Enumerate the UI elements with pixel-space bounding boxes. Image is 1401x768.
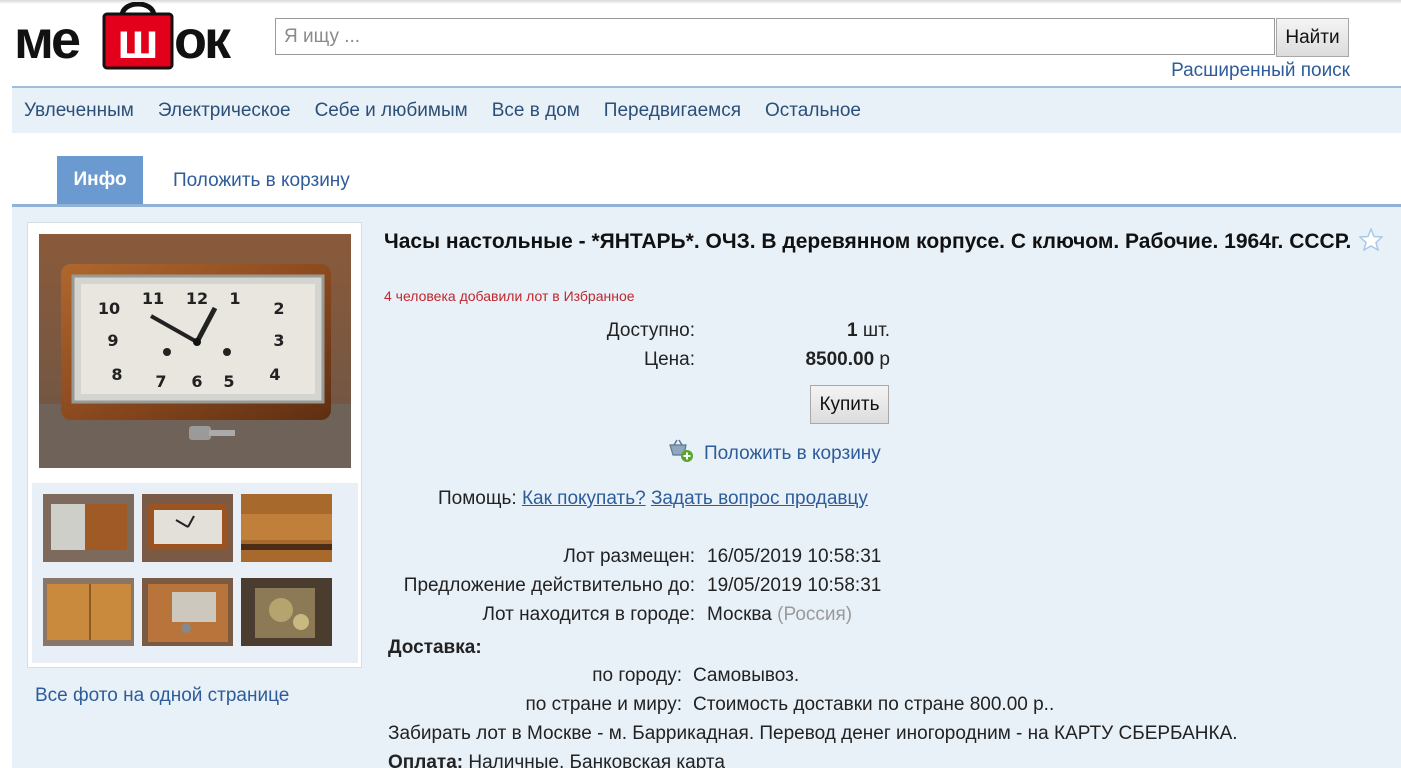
- advanced-search-link[interactable]: Расширенный поиск: [1171, 60, 1350, 82]
- clock-numeral: 9: [107, 331, 118, 350]
- clock-numeral: 5: [223, 372, 234, 391]
- nav-item-other[interactable]: Остальное: [765, 100, 861, 122]
- country-name: (Россия): [777, 604, 853, 625]
- nav-item-transport[interactable]: Передвигаемся: [604, 100, 741, 122]
- clock-numeral: 10: [98, 299, 120, 318]
- site-logo[interactable]: ме ш ок: [14, 2, 260, 70]
- svg-text:ме: ме: [14, 10, 80, 70]
- category-nav: Увлеченным Электрическое Себе и любимым …: [12, 86, 1401, 133]
- thumbnail[interactable]: [142, 494, 233, 562]
- tab-info[interactable]: Инфо: [57, 156, 143, 204]
- ask-seller-link[interactable]: Задать вопрос продавцу: [651, 488, 868, 509]
- available-unit: шт.: [862, 320, 890, 341]
- add-to-cart-label: Положить в корзину: [704, 443, 881, 464]
- clock-numeral: 1: [229, 289, 240, 308]
- available-value: 1 шт.: [847, 320, 890, 342]
- cart-add-icon: [668, 439, 694, 469]
- posted-value: 16/05/2019 10:58:31: [707, 546, 882, 567]
- buy-button[interactable]: Купить: [810, 385, 889, 424]
- thumbnail-grid: [32, 483, 358, 663]
- payment-row: Оплата: Наличные, Банковская карта: [388, 752, 725, 768]
- clock-numeral: 12: [186, 289, 208, 308]
- how-to-buy-link[interactable]: Как покупать?: [522, 488, 646, 509]
- delivery-heading: Доставка:: [388, 637, 482, 658]
- main-photo[interactable]: 12 1234567891011: [39, 234, 351, 468]
- delivery-world-label: по стране и миру:: [525, 694, 682, 715]
- clock-numeral: 11: [142, 289, 164, 308]
- city-name: Москва: [707, 604, 772, 625]
- search-button[interactable]: Найти: [1276, 18, 1349, 57]
- payment-value: Наличные, Банковская карта: [468, 752, 725, 768]
- clock-numeral: 4: [269, 365, 280, 384]
- city-label: Лот находится в городе:: [482, 604, 695, 625]
- clock-numeral: 3: [273, 331, 284, 350]
- svg-text:ок: ок: [174, 10, 232, 70]
- price-label: Цена:: [644, 349, 695, 370]
- delivery-city-label: по городу:: [592, 665, 682, 686]
- nav-item-self[interactable]: Себе и любимым: [315, 100, 468, 122]
- valid-until-value: 19/05/2019 10:58:31: [707, 575, 882, 596]
- thumbnail[interactable]: [43, 494, 134, 562]
- nav-item-hobby[interactable]: Увлеченным: [24, 100, 134, 122]
- price-unit: р: [879, 349, 890, 370]
- delivery-city-value: Самовывоз.: [693, 665, 800, 686]
- add-to-cart-link[interactable]: Положить в корзину: [668, 439, 881, 469]
- help-label: Помощь:: [438, 488, 517, 509]
- posted-label: Лот размещен:: [563, 546, 695, 567]
- valid-until-label: Предложение действительно до:: [403, 575, 695, 596]
- photo-gallery: 12 1 2 3 4 5 6 7 8 9 10 11: [27, 222, 362, 668]
- available-label: Доступно:: [606, 320, 695, 341]
- payment-label: Оплата:: [388, 752, 464, 768]
- thumbnail[interactable]: [43, 578, 134, 646]
- lot-title: Часы настольные - *ЯНТАРЬ*. ОЧЗ. В дерев…: [384, 226, 1394, 258]
- pickup-note: Забирать лот в Москве - м. Баррикадная. …: [388, 723, 1238, 744]
- nav-item-home[interactable]: Все в дом: [492, 100, 580, 122]
- lot-title-text: Часы настольные - *ЯНТАРЬ*. ОЧЗ. В дерев…: [384, 230, 1352, 253]
- available-count: 1: [847, 320, 858, 341]
- thumbnail[interactable]: [142, 578, 233, 646]
- clock-numeral: 8: [111, 365, 122, 384]
- clock-numeral: 2: [273, 299, 284, 318]
- tab-add-to-cart[interactable]: Положить в корзину: [173, 170, 350, 192]
- clock-numeral: 6: [191, 372, 202, 391]
- star-icon[interactable]: [1358, 226, 1385, 258]
- city-value: Москва (Россия): [707, 604, 852, 626]
- nav-item-electric[interactable]: Электрическое: [158, 100, 291, 122]
- all-photos-link[interactable]: Все фото на одной странице: [35, 685, 289, 707]
- svg-text:ш: ш: [117, 13, 159, 69]
- price-value: 8500.00 р: [805, 349, 890, 371]
- thumbnail[interactable]: [241, 578, 332, 646]
- delivery-world-value: Стоимость доставки по стране 800.00 р..: [693, 694, 1055, 715]
- clock-numeral: 7: [155, 372, 166, 391]
- price-amount: 8500.00: [805, 349, 875, 370]
- search-input[interactable]: [275, 18, 1275, 55]
- help-row: Помощь: Как покупать? Задать вопрос прод…: [438, 488, 868, 510]
- thumbnail[interactable]: [241, 494, 332, 562]
- favorites-note: 4 человека добавили лот в Избранное: [384, 288, 635, 304]
